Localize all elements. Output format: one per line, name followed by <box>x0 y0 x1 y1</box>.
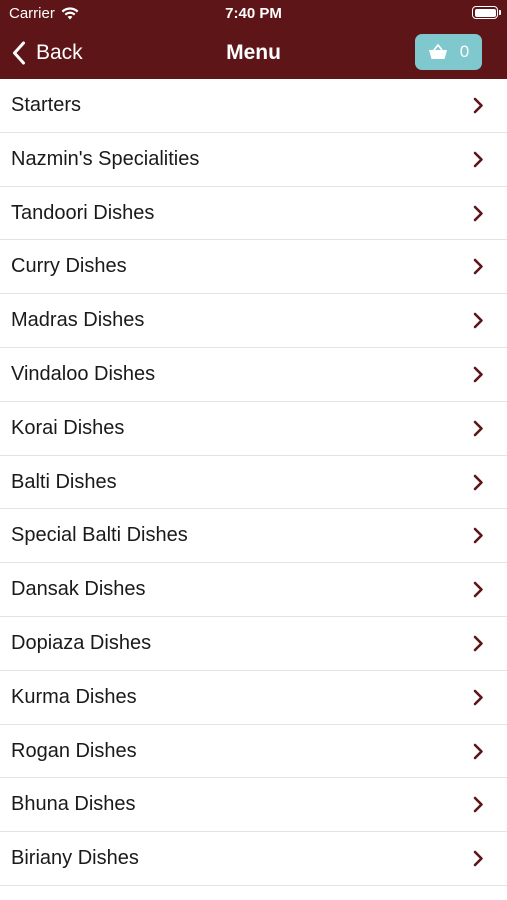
chevron-right-icon <box>473 151 484 168</box>
menu-item[interactable]: Dansak Dishes <box>0 563 507 617</box>
menu-item[interactable]: Dopiaza Dishes <box>0 617 507 671</box>
basket-count: 0 <box>459 42 470 61</box>
app-screen: Carrier 7:40 PM Back Menu 0 Starters Naz… <box>0 0 507 900</box>
header: Carrier 7:40 PM Back Menu 0 <box>0 0 507 79</box>
chevron-right-icon <box>473 635 484 652</box>
menu-item-label: Special Balti Dishes <box>11 524 188 547</box>
menu-item[interactable]: Balti Dishes <box>0 456 507 510</box>
battery-icon <box>472 6 501 19</box>
menu-list: Starters Nazmin's Specialities Tandoori Di… <box>0 79 507 886</box>
menu-item-label: Vindaloo Dishes <box>11 362 156 385</box>
menu-item[interactable]: Starters <box>0 79 507 133</box>
basket-icon <box>428 44 448 60</box>
menu-item[interactable]: Bhuna Dishes <box>0 778 507 833</box>
chevron-right-icon <box>473 850 484 867</box>
menu-item-label: Curry Dishes <box>11 255 127 278</box>
menu-item[interactable]: Madras Dishes <box>0 294 507 348</box>
chevron-right-icon <box>473 527 484 544</box>
menu-item-label: Balti Dishes <box>11 470 117 493</box>
menu-item-label: Bhuna Dishes <box>11 793 136 816</box>
menu-item-label: Dansak Dishes <box>11 578 146 601</box>
status-time: 7:40 PM <box>225 5 282 22</box>
menu-item[interactable]: Tandoori Dishes <box>0 187 507 241</box>
chevron-right-icon <box>473 689 484 706</box>
chevron-right-icon <box>473 258 484 275</box>
chevron-right-icon <box>473 581 484 598</box>
chevron-right-icon <box>473 474 484 491</box>
menu-item-label: Madras Dishes <box>11 309 145 332</box>
back-button[interactable]: Back <box>12 38 83 68</box>
chevron-right-icon <box>473 97 484 114</box>
menu-item-label: Rogan Dishes <box>11 739 137 762</box>
menu-item[interactable]: Vindaloo Dishes <box>0 348 507 402</box>
chevron-right-icon <box>473 743 484 760</box>
chevron-right-icon <box>473 312 484 329</box>
menu-item[interactable]: Special Balti Dishes <box>0 509 507 564</box>
menu-item[interactable]: Rogan Dishes <box>0 725 507 779</box>
menu-item-label: Korai Dishes <box>11 416 125 439</box>
back-label: Back <box>36 41 83 64</box>
chevron-right-icon <box>473 366 484 383</box>
chevron-left-icon <box>12 41 26 65</box>
menu-item-label: Biriany Dishes <box>11 847 139 870</box>
menu-item[interactable]: Curry Dishes <box>0 240 507 295</box>
menu-item-label: Nazmin's Specialities <box>11 147 200 170</box>
status-bar: Carrier 7:40 PM <box>0 0 507 28</box>
chevron-right-icon <box>473 205 484 222</box>
menu-item[interactable]: Korai Dishes <box>0 402 507 456</box>
menu-item-label: Kurma Dishes <box>11 685 137 708</box>
chevron-right-icon <box>473 796 484 813</box>
menu-item-label: Starters <box>11 94 82 116</box>
menu-item[interactable]: Biriany Dishes <box>0 832 507 886</box>
menu-item-label: Dopiaza Dishes <box>11 631 152 654</box>
menu-item[interactable]: Nazmin's Specialities <box>0 133 507 187</box>
menu-item-label: Tandoori Dishes <box>11 201 155 224</box>
basket-button[interactable]: 0 <box>415 34 482 70</box>
chevron-right-icon <box>473 420 484 437</box>
menu-item[interactable]: Kurma Dishes <box>0 671 507 725</box>
navigation-bar: Back Menu 0 <box>0 28 507 79</box>
